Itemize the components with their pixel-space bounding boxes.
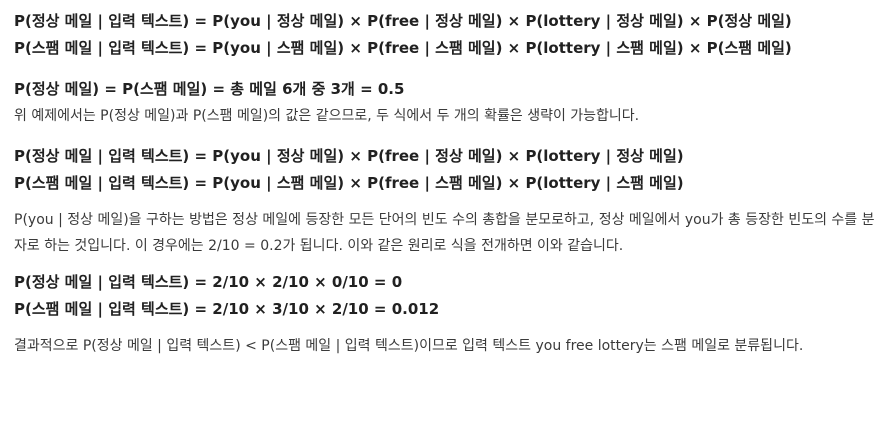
spam-mail-reduced-equation: P(스팸 메일 | 입력 텍스트) = P(you | 스팸 메일) × P(f… [14, 174, 684, 192]
document-body: P(정상 메일 | 입력 텍스트) = P(you | 정상 메일) × P(f… [14, 8, 884, 359]
prior-section: P(정상 메일) = P(스팸 메일) = 총 메일 6개 중 3개 = 0.5… [14, 76, 884, 129]
full-likelihood-equations: P(정상 메일 | 입력 텍스트) = P(you | 정상 메일) × P(f… [14, 8, 884, 62]
spam-mail-full-equation: P(스팸 메일 | 입력 텍스트) = P(you | 스팸 메일) × P(f… [14, 39, 792, 57]
computed-equations: P(정상 메일 | 입력 텍스트) = 2/10 × 2/10 × 0/10 =… [14, 269, 884, 323]
conclusion-paragraph: 결과적으로 P(정상 메일 | 입력 텍스트) < P(스팸 메일 | 입력 텍… [14, 338, 804, 354]
reduced-likelihood-equations: P(정상 메일 | 입력 텍스트) = P(you | 정상 메일) × P(f… [14, 143, 884, 197]
prior-equation: P(정상 메일) = P(스팸 메일) = 총 메일 6개 중 3개 = 0.5 [14, 80, 405, 98]
normal-mail-reduced-equation: P(정상 메일 | 입력 텍스트) = P(you | 정상 메일) × P(f… [14, 147, 684, 165]
normal-mail-full-equation: P(정상 메일 | 입력 텍스트) = P(you | 정상 메일) × P(f… [14, 12, 792, 30]
spam-mail-computed-equation: P(스팸 메일 | 입력 텍스트) = 2/10 × 3/10 × 2/10 =… [14, 300, 440, 318]
normal-mail-computed-equation: P(정상 메일 | 입력 텍스트) = 2/10 × 2/10 × 0/10 =… [14, 273, 403, 291]
frequency-explanation: P(you | 정상 메일)을 구하는 방법은 정상 메일에 등장한 모든 단어… [14, 212, 875, 254]
prior-explanation: 위 예제에서는 P(정상 메일)과 P(스팸 메일)의 값은 같으므로, 두 식… [14, 108, 640, 124]
